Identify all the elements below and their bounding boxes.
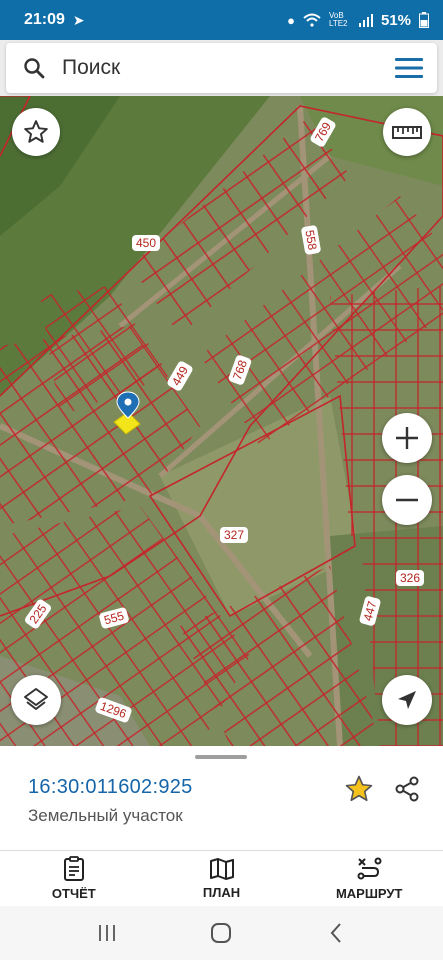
layers-button[interactable] [11,675,61,725]
back-icon [330,923,341,943]
recent-apps-icon [99,925,116,941]
object-type: Земельный участок [28,806,183,825]
parcel-label[interactable]: 327 [220,527,249,543]
battery-percent: 51% [380,11,411,29]
app-root: 21:09 ➤ ● VoB LTE2 51% Поиск 769 450 558… [0,0,443,960]
menu-icon[interactable] [381,43,437,93]
share-icon [395,776,419,802]
bottom-nav: ОТЧЁТ ПЛАН МАРШРУТ [0,850,443,906]
location-icon: ● [287,12,295,28]
my-location-button[interactable] [382,675,432,725]
share-button[interactable] [390,772,424,806]
nav-plan[interactable]: ПЛАН [148,851,296,906]
search-bar[interactable]: Поиск [6,43,437,93]
network-indicator: VoB LTE2 [328,11,348,28]
nav-route-label: МАРШРУТ [335,886,403,901]
favorite-star-button[interactable] [342,772,376,806]
battery-icon [419,12,429,28]
nav-report-label: ОТЧЁТ [51,886,96,901]
status-bar: 21:09 ➤ ● VoB LTE2 51% [0,0,443,40]
object-info-sheet[interactable]: 16:30:011602:925 Земельный участок [0,746,443,850]
search-input[interactable]: Поиск [62,56,120,80]
nav-route[interactable]: МАРШРУТ [295,851,443,906]
satellite-map [0,96,443,746]
search-icon[interactable] [6,43,62,93]
layers-icon [24,688,48,710]
cadastral-number: 16:30:011602:925 [28,776,193,798]
nav-report[interactable]: ОТЧЁТ [0,851,148,906]
nav-plan-label: ПЛАН [202,885,241,900]
recent-apps-button[interactable] [87,913,127,953]
parcel-label[interactable]: 326 [396,570,425,586]
map-view[interactable]: 769 450 558 449 768 327 326 447 225 555 … [0,96,443,746]
star-icon [345,775,373,802]
star-outline-icon [24,120,48,143]
wifi-icon [303,13,321,27]
map-icon [209,858,234,880]
minus-icon [396,498,418,502]
parcel-label[interactable]: 450 [132,235,161,251]
status-right: ● VoB LTE2 51% [287,12,429,29]
telegram-icon: ➤ [72,11,85,28]
sheet-handle[interactable] [195,755,247,759]
ruler-icon [392,126,422,139]
favorite-button[interactable] [12,108,60,156]
navigation-arrow-icon [398,691,416,709]
plus-icon [396,427,418,449]
search-area: Поиск [0,40,443,96]
back-button[interactable] [316,913,356,953]
report-icon [63,856,84,881]
route-icon [357,857,382,880]
zoom-out-button[interactable] [382,475,432,525]
home-button[interactable] [201,913,241,953]
zoom-in-button[interactable] [382,413,432,463]
system-nav-bar [0,906,443,960]
signal-icon [358,14,373,27]
status-time: 21:09 [24,11,65,28]
ruler-button[interactable] [383,108,431,156]
home-icon [211,923,232,943]
